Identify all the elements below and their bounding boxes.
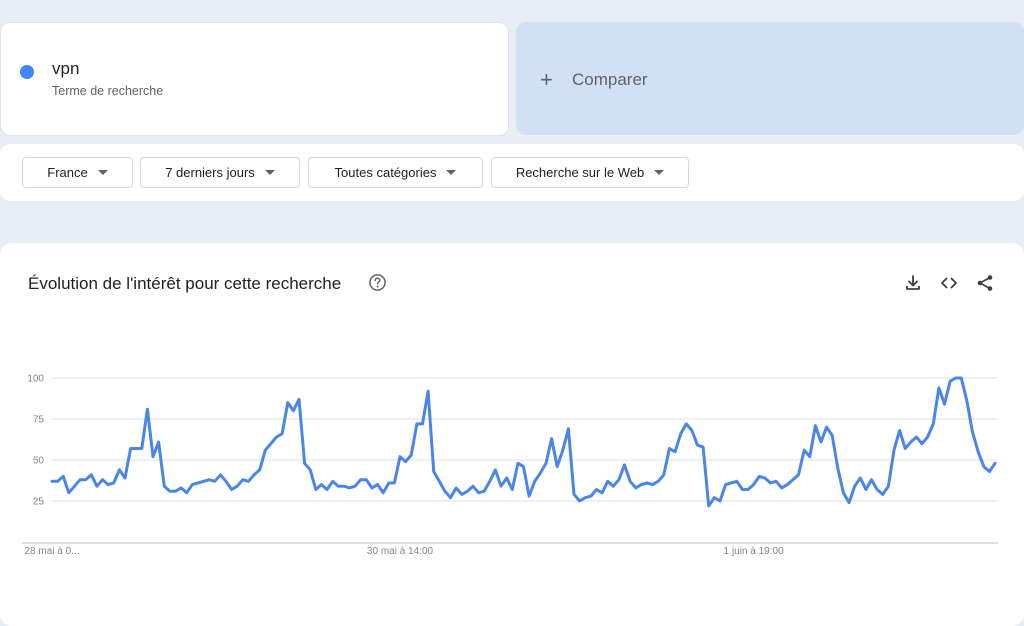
caret-down-icon (264, 170, 275, 175)
x-tick-label: 30 mai à 14:00 (367, 546, 434, 557)
y-tick-label: 75 (33, 415, 45, 426)
search-term-subtitle: Terme de recherche (52, 84, 164, 98)
y-tick-label: 100 (27, 374, 44, 385)
caret-down-icon (97, 170, 108, 175)
y-tick-label: 25 (33, 497, 45, 508)
chart-title: Évolution de l'intérêt pour cette recher… (28, 274, 342, 293)
compare-label: Comparer (572, 70, 648, 89)
filter-region-dropdown[interactable]: France (22, 157, 133, 188)
filter-search-type-dropdown[interactable]: Recherche sur le Web (491, 157, 689, 188)
y-tick-label: 50 (33, 456, 45, 467)
search-term-name[interactable]: vpn (52, 59, 79, 79)
filter-category-label: Toutes catégories (334, 165, 437, 180)
filter-period-dropdown[interactable]: 7 derniers jours (140, 157, 300, 188)
filter-region-label: France (47, 165, 88, 180)
filter-category-dropdown[interactable]: Toutes catégories (308, 157, 483, 188)
embed-code-icon[interactable] (939, 273, 959, 293)
term-color-dot (20, 65, 34, 79)
plus-icon: + (540, 67, 553, 92)
filter-search-type-label: Recherche sur le Web (515, 165, 645, 180)
help-circle-icon[interactable] (368, 273, 387, 292)
caret-down-icon (446, 170, 457, 175)
share-icon[interactable] (975, 273, 995, 293)
x-tick-label: 28 mai à 0... (24, 546, 79, 557)
caret-down-icon (654, 170, 665, 175)
filter-period-label: 7 derniers jours (165, 165, 255, 180)
download-icon[interactable] (903, 273, 923, 293)
search-term-card[interactable] (0, 22, 509, 136)
series-line-vpn (50, 376, 997, 508)
interest-line-chart: 100 75 50 25 28 mai à 0... 30 mai à 14:00 1 ju… (22, 374, 998, 557)
x-tick-label: 1 juin à 19:00 (724, 546, 784, 557)
